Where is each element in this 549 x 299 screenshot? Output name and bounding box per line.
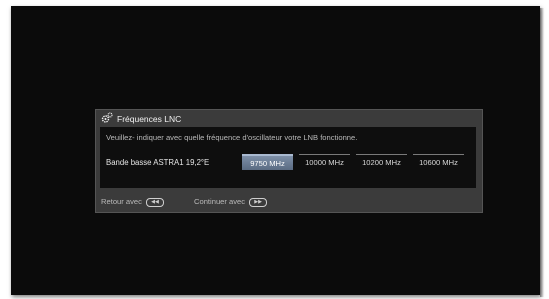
screen-edge-shadow <box>540 8 544 297</box>
back-hint[interactable]: Retour avec ◀◀ <box>101 197 164 207</box>
fast-forward-key-icon: ▶▶ <box>249 197 268 207</box>
lnb-frequency-dialog: Fréquences LNC Veuillez- indiquer avec q… <box>95 109 483 213</box>
instruction-text: Veuillez- indiquer avec quelle fréquence… <box>106 133 358 142</box>
dialog-titlebar: Fréquences LNC <box>96 110 482 127</box>
rewind-key-icon: ◀◀ <box>145 197 164 207</box>
dialog-content-panel: Veuillez- indiquer avec quelle fréquence… <box>100 127 476 188</box>
gears-icon <box>101 112 113 123</box>
continue-hint[interactable]: Continuer avec ▶▶ <box>194 197 268 207</box>
back-label: Retour avec <box>101 197 142 206</box>
option-10600-mhz[interactable]: 10600 MHz <box>413 154 464 170</box>
dialog-title: Fréquences LNC <box>117 114 182 124</box>
tv-screen: Fréquences LNC Veuillez- indiquer avec q… <box>11 6 540 295</box>
dialog-footer: Retour avec ◀◀ Continuer avec ▶▶ <box>96 193 482 209</box>
continue-label: Continuer avec <box>194 197 246 206</box>
option-10000-mhz[interactable]: 10000 MHz <box>299 154 350 170</box>
band-label: Bande basse ASTRA1 19,2°E <box>106 158 210 167</box>
option-9750-mhz[interactable]: 9750 MHz <box>242 154 293 170</box>
option-10200-mhz[interactable]: 10200 MHz <box>356 154 407 170</box>
